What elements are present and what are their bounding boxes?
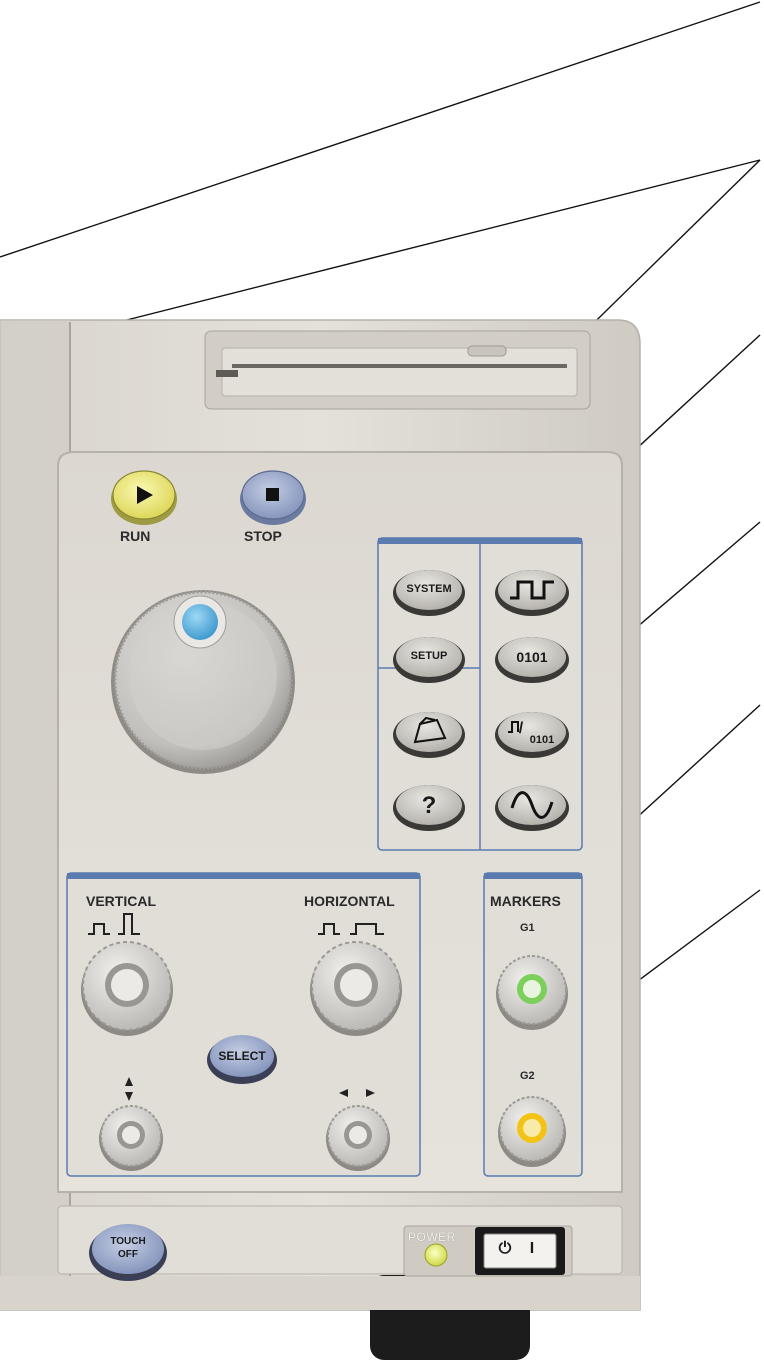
run-button[interactable] [111, 470, 177, 525]
power-switch-off-symbol: ⏻ [498, 1240, 512, 1257]
touch-off-line1: TOUCH [110, 1236, 146, 1247]
vertical-scale-knob[interactable] [81, 941, 173, 1036]
system-button-label: SYSTEM [406, 583, 452, 595]
pattern-button-label: 0101 [516, 649, 548, 665]
floppy-slot [232, 364, 567, 368]
horizontal-label: HORIZONTAL [304, 893, 395, 909]
touch-off-line2: OFF [118, 1249, 138, 1260]
help-button-label: ? [421, 792, 437, 819]
setup-button-label: SETUP [410, 650, 448, 662]
vertical-position-knob[interactable] [99, 1105, 163, 1171]
waveform-button[interactable] [495, 570, 569, 616]
stop-button[interactable] [240, 470, 306, 525]
horizontal-position-knob[interactable] [326, 1105, 390, 1171]
vertical-label: VERTICAL [86, 893, 156, 909]
floppy-led [216, 370, 238, 377]
power-switch-on-symbol: I [529, 1240, 535, 1257]
markers-title: MARKERS [490, 893, 561, 909]
file-button[interactable] [393, 712, 465, 758]
stop-label: STOP [244, 528, 282, 544]
sine-button[interactable] [495, 785, 569, 831]
run-label: RUN [120, 528, 151, 544]
power-label: POWER [408, 1230, 456, 1244]
floppy-eject-button[interactable] [467, 345, 507, 357]
callout-line-1 [0, 1, 761, 258]
g1-label: G1 [520, 922, 535, 934]
horizontal-scale-knob[interactable] [310, 941, 402, 1036]
power-switch[interactable] [475, 1227, 565, 1275]
floppy-drive[interactable] [204, 330, 591, 410]
waveform-pattern-code: 0101 [529, 734, 555, 746]
stop-icon [266, 488, 279, 501]
select-button-label: SELECT [218, 1049, 266, 1063]
power-led [424, 1243, 448, 1267]
instrument-front-panel [0, 1, 761, 1360]
general-purpose-knob[interactable] [111, 590, 295, 774]
g2-label: G2 [520, 1070, 535, 1082]
